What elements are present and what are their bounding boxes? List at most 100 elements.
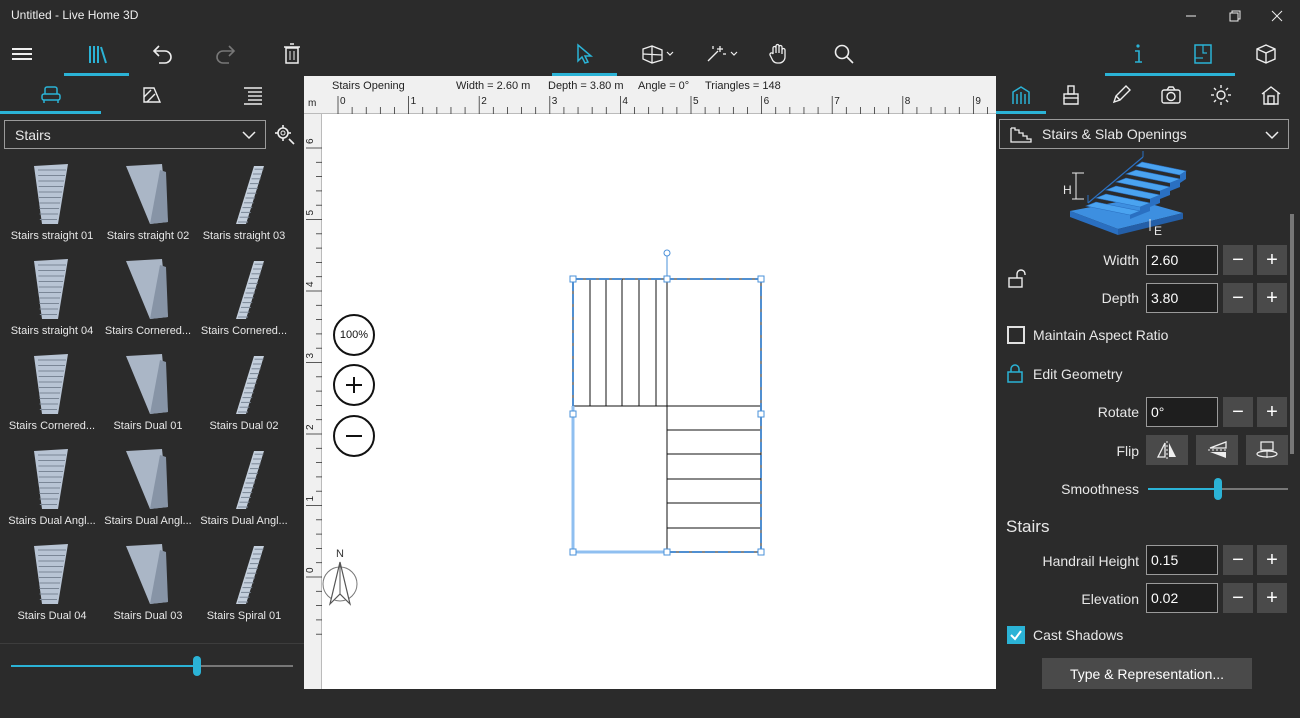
flip-horizontal-button[interactable] xyxy=(1146,435,1188,465)
library-item-label: Stairs Dual 01 xyxy=(113,420,183,432)
plan-view-button[interactable] xyxy=(1170,32,1235,76)
library-item[interactable]: Stairs straight 02 xyxy=(100,158,196,253)
maintain-aspect-checkbox[interactable] xyxy=(1007,326,1025,344)
minimize-button[interactable] xyxy=(1168,0,1214,32)
depth-decrement-button[interactable]: − xyxy=(1223,283,1253,313)
title-bar: Untitled - Live Home 3D xyxy=(0,0,1300,32)
search-button[interactable] xyxy=(822,32,866,76)
undo-button[interactable] xyxy=(140,32,184,76)
pan-tool-button[interactable] xyxy=(756,32,800,76)
flip-vertical-button[interactable] xyxy=(1196,435,1238,465)
thumbnail-size-slider[interactable] xyxy=(193,656,202,676)
depth-increment-button[interactable]: + xyxy=(1257,283,1287,313)
library-item-thumbnail xyxy=(24,352,80,416)
library-item[interactable]: Staris straight 03 xyxy=(196,158,292,253)
wall-tool-button[interactable] xyxy=(636,32,680,76)
object-type-dropdown[interactable]: Stairs & Slab Openings xyxy=(999,119,1289,149)
library-item[interactable]: Stairs Dual Angl... xyxy=(4,443,100,538)
redo-button[interactable] xyxy=(204,32,248,76)
window-title: Untitled - Live Home 3D xyxy=(11,8,139,22)
handrail-increment-button[interactable]: + xyxy=(1257,545,1287,575)
light-tool-button[interactable] xyxy=(700,32,744,76)
edit-geometry-link[interactable]: Edit Geometry xyxy=(1033,366,1122,382)
elevation-decrement-button[interactable]: − xyxy=(1223,583,1253,613)
library-item[interactable]: Stairs Cornered... xyxy=(196,253,292,348)
library-item[interactable]: Stairs Dual 03 xyxy=(100,538,196,633)
library-item-label: Stairs Dual Angl... xyxy=(104,515,192,527)
library-item[interactable]: Stairs straight 01 xyxy=(4,158,100,253)
flip-up-button[interactable] xyxy=(1246,435,1288,465)
delete-button[interactable] xyxy=(270,32,314,76)
elevation-increment-button[interactable]: + xyxy=(1257,583,1287,613)
handrail-decrement-button[interactable]: − xyxy=(1223,545,1253,575)
library-item[interactable]: Stairs straight 04 xyxy=(4,253,100,348)
edit-geometry-lock[interactable] xyxy=(1006,364,1024,387)
library-item[interactable]: Stairs Dual Angl... xyxy=(100,443,196,538)
zoom-in-button[interactable] xyxy=(333,364,375,406)
rotate-input[interactable]: 0° xyxy=(1146,397,1218,427)
3d-view-button[interactable] xyxy=(1244,32,1288,76)
cast-shadows-checkbox[interactable] xyxy=(1007,626,1025,644)
stairs-opening-plan[interactable] xyxy=(564,246,774,558)
library-button[interactable] xyxy=(64,32,129,76)
tab-project-list[interactable] xyxy=(202,76,303,114)
category-dropdown[interactable]: Stairs xyxy=(4,120,266,149)
selection-info-bar: Stairs Opening Width = 2.60 m Depth = 3.… xyxy=(304,76,996,94)
restore-button[interactable] xyxy=(1212,0,1258,32)
info-width: Width = 2.60 m xyxy=(456,80,531,92)
library-item[interactable]: Stairs Cornered... xyxy=(100,253,196,348)
tab-building[interactable] xyxy=(1246,76,1296,114)
ruler-top-label: 3 xyxy=(552,96,558,107)
tab-objects[interactable] xyxy=(0,76,101,114)
rotate-increment-button[interactable]: + xyxy=(1257,397,1287,427)
library-item-thumbnail xyxy=(120,257,176,321)
width-input[interactable]: 2.60 xyxy=(1146,245,1218,275)
unlock-icon xyxy=(1008,269,1026,288)
library-item[interactable]: Stairs Dual 01 xyxy=(100,348,196,443)
library-item[interactable]: Stairs Dual 04 xyxy=(4,538,100,633)
library-item[interactable]: Stairs Cornered... xyxy=(4,348,100,443)
tab-materials-paint[interactable] xyxy=(1046,76,1096,114)
category-settings-button[interactable] xyxy=(270,120,300,149)
inspector-panel: Stairs & Slab Openings H E Width 2.60 − … xyxy=(996,76,1300,689)
wall-icon xyxy=(642,45,674,64)
zoom-out-button[interactable] xyxy=(333,415,375,457)
tab-pencil[interactable] xyxy=(1096,76,1146,114)
minus-icon xyxy=(346,435,362,437)
smoothness-label: Smoothness xyxy=(1061,481,1139,497)
tab-light[interactable] xyxy=(1196,76,1246,114)
tab-object-properties[interactable] xyxy=(996,76,1046,114)
close-button[interactable] xyxy=(1254,0,1300,32)
library-item[interactable]: Stairs Dual 02 xyxy=(196,348,292,443)
library-item-label: Stairs Dual Angl... xyxy=(200,515,288,527)
library-item[interactable]: Stairs Dual Angl... xyxy=(196,443,292,538)
ruler-top-label: 5 xyxy=(693,96,699,107)
library-item[interactable]: Stairs Spiral 01 xyxy=(196,538,292,633)
ruler-left-label: 6 xyxy=(305,138,316,144)
ruler-left-label: 1 xyxy=(305,496,316,502)
width-decrement-button[interactable]: − xyxy=(1223,245,1253,275)
depth-input[interactable]: 3.80 xyxy=(1146,283,1218,313)
inspector-scroll-thumb[interactable] xyxy=(1290,214,1294,454)
tab-camera[interactable] xyxy=(1146,76,1196,114)
elevation-input[interactable]: 0.02 xyxy=(1146,583,1218,613)
menu-button[interactable] xyxy=(0,32,44,76)
library-item-thumbnail xyxy=(216,447,272,511)
ruler-left-label: 5 xyxy=(305,210,316,216)
select-tool-button[interactable] xyxy=(552,32,617,76)
rotate-decrement-button[interactable]: − xyxy=(1223,397,1253,427)
ruler-top-label: 9 xyxy=(975,96,981,107)
inspector-button[interactable] xyxy=(1105,32,1170,76)
library-item-label: Stairs Cornered... xyxy=(200,325,288,337)
zoom-reset-button[interactable]: 100% xyxy=(333,314,375,356)
handrail-height-input[interactable]: 0.15 xyxy=(1146,545,1218,575)
inspector-scrollbar[interactable] xyxy=(1288,154,1296,689)
smoothness-slider[interactable] xyxy=(1214,478,1222,500)
tab-materials[interactable] xyxy=(101,76,202,114)
ruler-top: 0 1 2 3 4 5 6 7 8 9 xyxy=(304,94,996,114)
plan-canvas[interactable]: Stairs Opening Width = 2.60 m Depth = 3.… xyxy=(304,76,996,689)
library-item-thumbnail xyxy=(120,542,176,606)
library-item-label: Staris straight 03 xyxy=(202,230,286,242)
width-increment-button[interactable]: + xyxy=(1257,245,1287,275)
type-representation-button[interactable]: Type & Representation... xyxy=(1042,658,1252,689)
